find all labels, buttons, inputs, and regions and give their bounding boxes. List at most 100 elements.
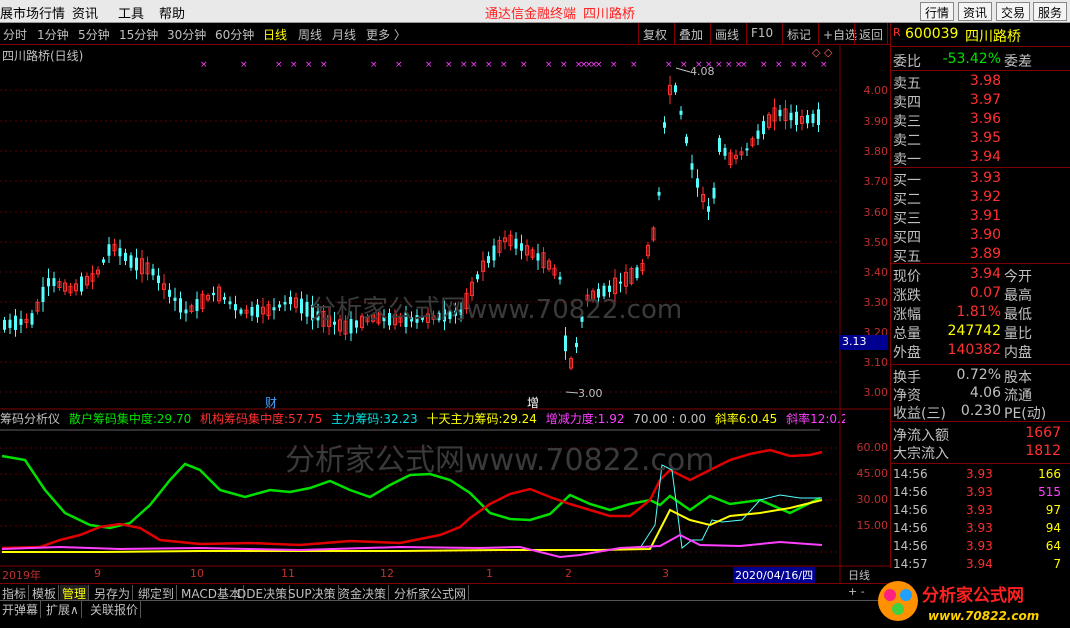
candle-body bbox=[679, 110, 683, 115]
ind-y-label: 60.00 bbox=[856, 441, 889, 454]
row-value: 3.93 bbox=[969, 170, 1001, 186]
candle-body bbox=[817, 109, 820, 125]
candle-body bbox=[558, 276, 562, 280]
candle-body bbox=[30, 313, 34, 325]
y-label: 4.00 bbox=[863, 84, 889, 97]
candle-body bbox=[118, 248, 122, 257]
candle-body bbox=[135, 257, 138, 271]
row-right-label: PE(动) bbox=[1004, 406, 1047, 422]
tick-time: 14:56 bbox=[893, 467, 928, 481]
candle-body bbox=[778, 109, 782, 117]
candle-body bbox=[19, 318, 23, 325]
row-value: 0.07 bbox=[969, 285, 1001, 301]
row-value: 3.96 bbox=[969, 111, 1001, 127]
row-label: 买二 bbox=[893, 192, 921, 208]
tick-row: 14:56 3.93 166 bbox=[891, 466, 1070, 484]
ind-y-label: 15.00 bbox=[856, 519, 889, 532]
stock-code: 600039 bbox=[905, 26, 959, 42]
tick-price: 3.93 bbox=[966, 503, 993, 517]
row-value: 4.06 bbox=[969, 385, 1001, 401]
signal-marker: × bbox=[520, 60, 528, 70]
event-label-report: 财 bbox=[265, 396, 277, 410]
tick-time: 14:57 bbox=[893, 557, 928, 571]
candle-body bbox=[124, 252, 127, 261]
indicator-item: 增减力度:1.92 bbox=[541, 412, 625, 426]
row-value: 1.81% bbox=[956, 304, 1001, 320]
row-right-label: 今开 bbox=[1004, 269, 1032, 285]
candle-body bbox=[476, 274, 479, 280]
x-label: 11 bbox=[281, 567, 295, 580]
row-value: 3.89 bbox=[969, 246, 1001, 262]
row-label: 卖一 bbox=[893, 152, 921, 168]
tick-row: 14:56 3.93 64 bbox=[891, 538, 1070, 556]
signal-marker: × bbox=[545, 60, 553, 70]
ask-row: 卖一 3.94 bbox=[891, 148, 1070, 168]
indicator-item: 70.00 : 0.00 bbox=[629, 412, 707, 426]
row-label: 卖二 bbox=[893, 133, 921, 149]
signal-marker: × bbox=[610, 60, 618, 70]
y-label: 3.70 bbox=[863, 175, 889, 188]
signal-marker: × bbox=[460, 60, 468, 70]
diamond-icon: ◇ bbox=[812, 46, 821, 59]
indicator-item: 斜率12:0.29 bbox=[786, 412, 845, 426]
candle-body bbox=[696, 178, 699, 188]
indicator-tabs: 指标 模板 管理 另存为 绑定到 MACD基本 DDE决策 SUP决策 资金决策… bbox=[0, 583, 890, 602]
candle-body bbox=[129, 255, 133, 268]
signal-marker: × bbox=[665, 60, 673, 70]
signal-marker: × bbox=[500, 60, 508, 70]
weicha-label: 委差 bbox=[1004, 54, 1032, 70]
zoom-controls[interactable]: + - bbox=[848, 585, 865, 598]
tick-row: 14:56 3.93 515 bbox=[891, 484, 1070, 502]
candle-body bbox=[173, 297, 177, 301]
watermark-lower: 分析家公式网www.70822.com bbox=[285, 443, 714, 478]
ind-y-label: 30.00 bbox=[856, 493, 889, 506]
indicator-item: 主力筹码:32.23 bbox=[327, 412, 418, 426]
signal-marker: × bbox=[630, 60, 638, 70]
row-value: 3.92 bbox=[969, 189, 1001, 205]
row-label: 卖四 bbox=[893, 95, 921, 111]
candle-body bbox=[718, 137, 721, 153]
signal-marker: × bbox=[485, 60, 493, 70]
candle-body bbox=[168, 289, 171, 297]
x-axis: 2019年 9 10 11 12 1 2 3 2020/04/16/四 日线 bbox=[0, 567, 890, 583]
row-value: 3.97 bbox=[969, 92, 1001, 108]
row-value: 0.230 bbox=[960, 403, 1001, 419]
signal-marker: × bbox=[290, 60, 298, 70]
danmaku-button[interactable]: 开弹幕 bbox=[0, 601, 42, 618]
event-label-increase: 增 bbox=[527, 396, 539, 410]
signal-marker: × bbox=[370, 60, 378, 70]
row-label: 涨跌 bbox=[893, 288, 921, 304]
tick-time: 14:56 bbox=[893, 503, 928, 517]
related-quote-button[interactable]: 关联报价 bbox=[88, 601, 142, 618]
flow-row: 净流入额 1667 bbox=[891, 424, 1070, 444]
quote-row: 涨跌 0.07 最高 bbox=[891, 284, 1070, 304]
bid-row: 买五 3.89 bbox=[891, 245, 1070, 265]
candle-body bbox=[756, 130, 760, 139]
bid-row: 买三 3.91 bbox=[891, 207, 1070, 227]
candle-body bbox=[712, 187, 716, 199]
svg-text:www.70822.com: www.70822.com bbox=[928, 609, 1039, 623]
candle-body bbox=[806, 115, 809, 124]
candle-body bbox=[657, 191, 661, 196]
candle-body bbox=[723, 147, 727, 156]
x-label: 1 bbox=[486, 567, 493, 580]
candle-body bbox=[707, 206, 710, 212]
candle-body bbox=[745, 148, 749, 151]
flow-row: 大宗流入 1812 bbox=[891, 442, 1070, 462]
y-label: 3.50 bbox=[863, 236, 889, 249]
chart-title: 四川路桥(日线) bbox=[2, 49, 84, 63]
signal-marker: × bbox=[200, 60, 208, 70]
tick-price: 3.93 bbox=[966, 467, 993, 481]
tick-time: 14:56 bbox=[893, 521, 928, 535]
candle-body bbox=[608, 285, 611, 292]
indicator-item: 机构筹码集中度:57.75 bbox=[196, 412, 323, 426]
candle-body bbox=[514, 238, 518, 249]
indicator-name[interactable]: 筹码分析仪 bbox=[0, 412, 60, 426]
indicator-header: 筹码分析仪 散户筹码集中度:29.70 机构筹码集中度:57.75 主力筹码:3… bbox=[0, 410, 845, 426]
candlestick-series bbox=[3, 75, 820, 371]
signal-marker: × bbox=[275, 60, 283, 70]
expand-button[interactable]: 扩展∧ bbox=[44, 601, 82, 618]
candle-body bbox=[195, 299, 199, 311]
row-right-label: 最高 bbox=[1004, 288, 1032, 304]
candle-body bbox=[564, 335, 567, 352]
